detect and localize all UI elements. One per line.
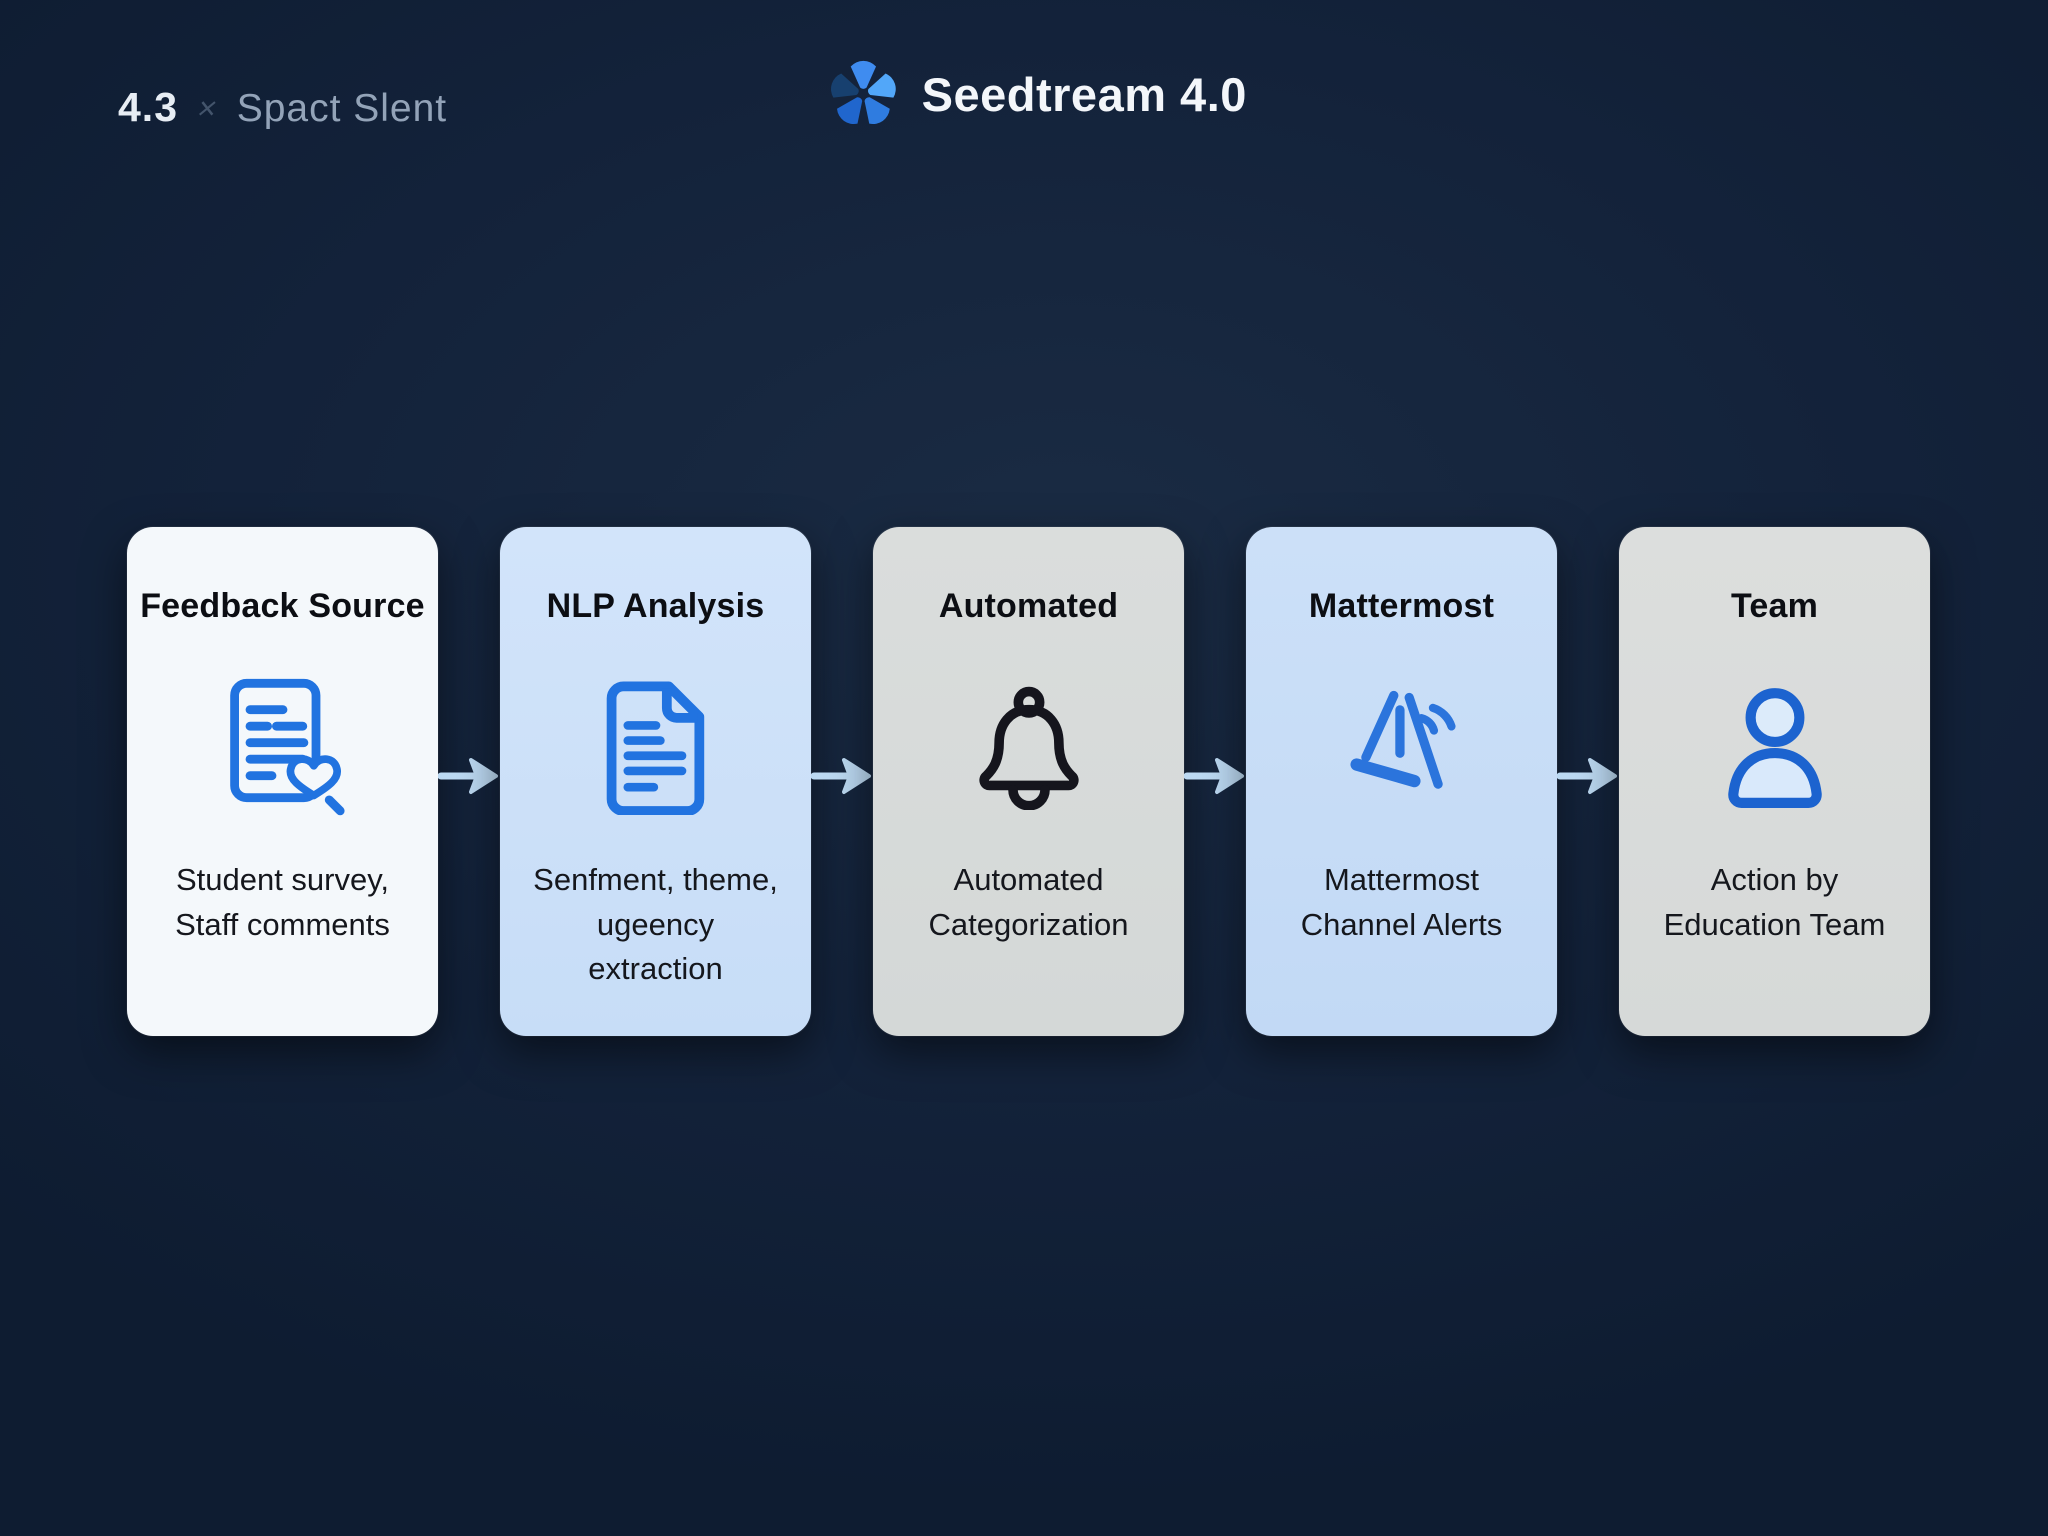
document-heart-search-icon	[217, 650, 349, 842]
person-icon	[1709, 650, 1841, 842]
header-left: 4.3 × Spact Slent	[118, 84, 447, 131]
pinwheel-logo-icon	[826, 56, 902, 132]
card-title: Feedback Source	[140, 587, 425, 626]
card-nlp-analysis: NLP Analysis Senfment, theme, ugeency ex…	[500, 527, 811, 1036]
alert-broadcast-icon	[1335, 650, 1469, 842]
flow-arrow	[438, 753, 500, 811]
multiply-separator: ×	[194, 90, 221, 127]
card-body: Mattermost Channel Alerts	[1301, 858, 1503, 947]
card-team: Team Action by Education Team	[1619, 527, 1930, 1036]
card-feedback-source: Feedback Source Student survey, Staff co…	[127, 527, 438, 1036]
card-body: Student survey, Staff comments	[175, 858, 390, 947]
bell-icon	[965, 650, 1093, 842]
section-number: 4.3	[118, 84, 178, 131]
section-label: Spact Slent	[237, 87, 447, 131]
document-lines-icon	[591, 650, 721, 842]
flow-arrow	[1557, 753, 1619, 811]
card-title: Mattermost	[1309, 587, 1494, 626]
card-mattermost: Mattermost Mattermost Channel Alerts	[1246, 527, 1557, 1036]
card-automated: Automated Automated Categorization	[873, 527, 1184, 1036]
card-title: NLP Analysis	[547, 587, 765, 626]
brand-name: Seedtream 4.0	[922, 67, 1247, 122]
slide: 4.3 × Spact Slent Seedtream 4.0 Feedback…	[0, 0, 2048, 1536]
card-body: Action by Education Team	[1664, 858, 1886, 947]
card-body: Automated Categorization	[929, 858, 1129, 947]
card-body: Senfment, theme, ugeency extraction	[533, 858, 778, 992]
card-title: Team	[1731, 587, 1818, 626]
brand: Seedtream 4.0	[826, 56, 1247, 132]
flow-arrow	[1184, 753, 1246, 811]
pipeline: Feedback Source Student survey, Staff co…	[127, 527, 1930, 1036]
flow-arrow	[811, 753, 873, 811]
card-title: Automated	[939, 587, 1118, 626]
